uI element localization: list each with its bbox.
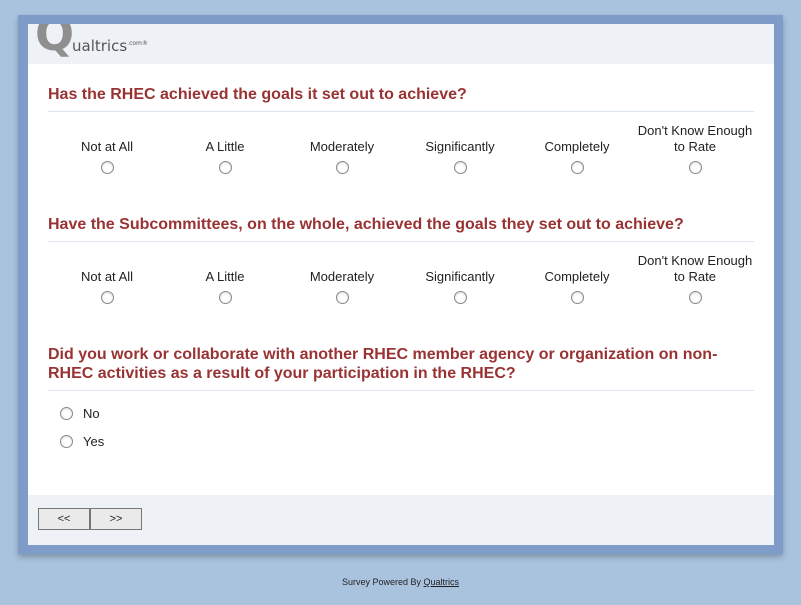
question-3: Did you work or collaborate with another…: [48, 345, 754, 449]
radio-button[interactable]: [570, 161, 584, 174]
radio-button[interactable]: [335, 291, 349, 304]
q1-option-a-little[interactable]: A Little: [166, 123, 284, 178]
logo-wordmark: ualtrics: [72, 37, 128, 55]
q3-option-no[interactable]: No: [60, 403, 100, 423]
radio-button[interactable]: [60, 406, 73, 420]
option-label: Moderately: [309, 139, 375, 154]
footer: Survey Powered By Qualtrics: [0, 577, 801, 587]
option-label: Not at All: [80, 269, 134, 284]
q1-option-completely[interactable]: Completely: [518, 123, 636, 178]
q1-option-dont-know[interactable]: Don't Know Enough to Rate: [636, 123, 754, 178]
q1-option-not-at-all[interactable]: Not at All: [48, 123, 166, 178]
back-button[interactable]: <<: [38, 508, 90, 530]
q2-option-moderately[interactable]: Moderately: [283, 253, 401, 308]
radio-button[interactable]: [218, 161, 232, 174]
logo-suffix: .com: [127, 40, 142, 47]
option-label: Significantly: [425, 139, 495, 154]
radio-button[interactable]: [218, 291, 232, 304]
option-label: Completely: [544, 269, 610, 284]
survey-card: Q ualtrics.com® Has the RHEC achieved th…: [28, 24, 774, 545]
question-1: Has the RHEC achieved the goals it set o…: [48, 85, 754, 193]
qualtrics-link[interactable]: Qualtrics: [424, 577, 460, 587]
q2-option-completely[interactable]: Completely: [518, 253, 636, 308]
option-label: Don't Know Enough to Rate: [637, 253, 753, 284]
option-label: Yes: [83, 433, 105, 449]
radio-button[interactable]: [688, 291, 702, 304]
question-1-title: Has the RHEC achieved the goals it set o…: [48, 85, 754, 112]
question-2-scale: Not at All A Little Moderately Significa…: [48, 253, 754, 323]
option-label: A Little: [205, 139, 245, 154]
q3-option-yes[interactable]: Yes: [60, 431, 104, 451]
logo-trademark: ®: [141, 40, 148, 47]
navigation-bar: << >>: [28, 495, 774, 545]
qualtrics-logo-mark: Q: [35, 24, 75, 61]
q2-option-significantly[interactable]: Significantly: [401, 253, 519, 308]
option-label: Moderately: [309, 269, 375, 284]
option-label: A Little: [205, 269, 245, 284]
header-bar: Q ualtrics.com®: [28, 24, 774, 64]
q2-option-dont-know[interactable]: Don't Know Enough to Rate: [636, 253, 754, 308]
radio-button[interactable]: [688, 161, 702, 174]
q2-option-a-little[interactable]: A Little: [166, 253, 284, 308]
radio-button[interactable]: [570, 291, 584, 304]
qualtrics-logo-text: ualtrics.com®: [72, 37, 148, 55]
q1-option-significantly[interactable]: Significantly: [401, 123, 519, 178]
option-label: Don't Know Enough to Rate: [637, 123, 753, 154]
question-1-scale: Not at All A Little Moderately Significa…: [48, 123, 754, 193]
radio-button[interactable]: [60, 434, 73, 448]
radio-button[interactable]: [100, 291, 114, 304]
radio-button[interactable]: [100, 161, 114, 174]
footer-prefix: Survey Powered By: [341, 577, 421, 587]
q1-option-moderately[interactable]: Moderately: [283, 123, 401, 178]
option-label: Not at All: [80, 139, 134, 154]
question-3-title: Did you work or collaborate with another…: [48, 345, 754, 391]
radio-button[interactable]: [453, 161, 467, 174]
question-2: Have the Subcommittees, on the whole, ac…: [48, 215, 754, 323]
option-label: Significantly: [425, 269, 495, 284]
radio-button[interactable]: [335, 161, 349, 174]
next-button[interactable]: >>: [90, 508, 142, 530]
option-label: No: [83, 405, 100, 421]
question-2-title: Have the Subcommittees, on the whole, ac…: [48, 215, 754, 242]
option-label: Completely: [544, 139, 610, 154]
radio-button[interactable]: [453, 291, 467, 304]
q2-option-not-at-all[interactable]: Not at All: [48, 253, 166, 308]
